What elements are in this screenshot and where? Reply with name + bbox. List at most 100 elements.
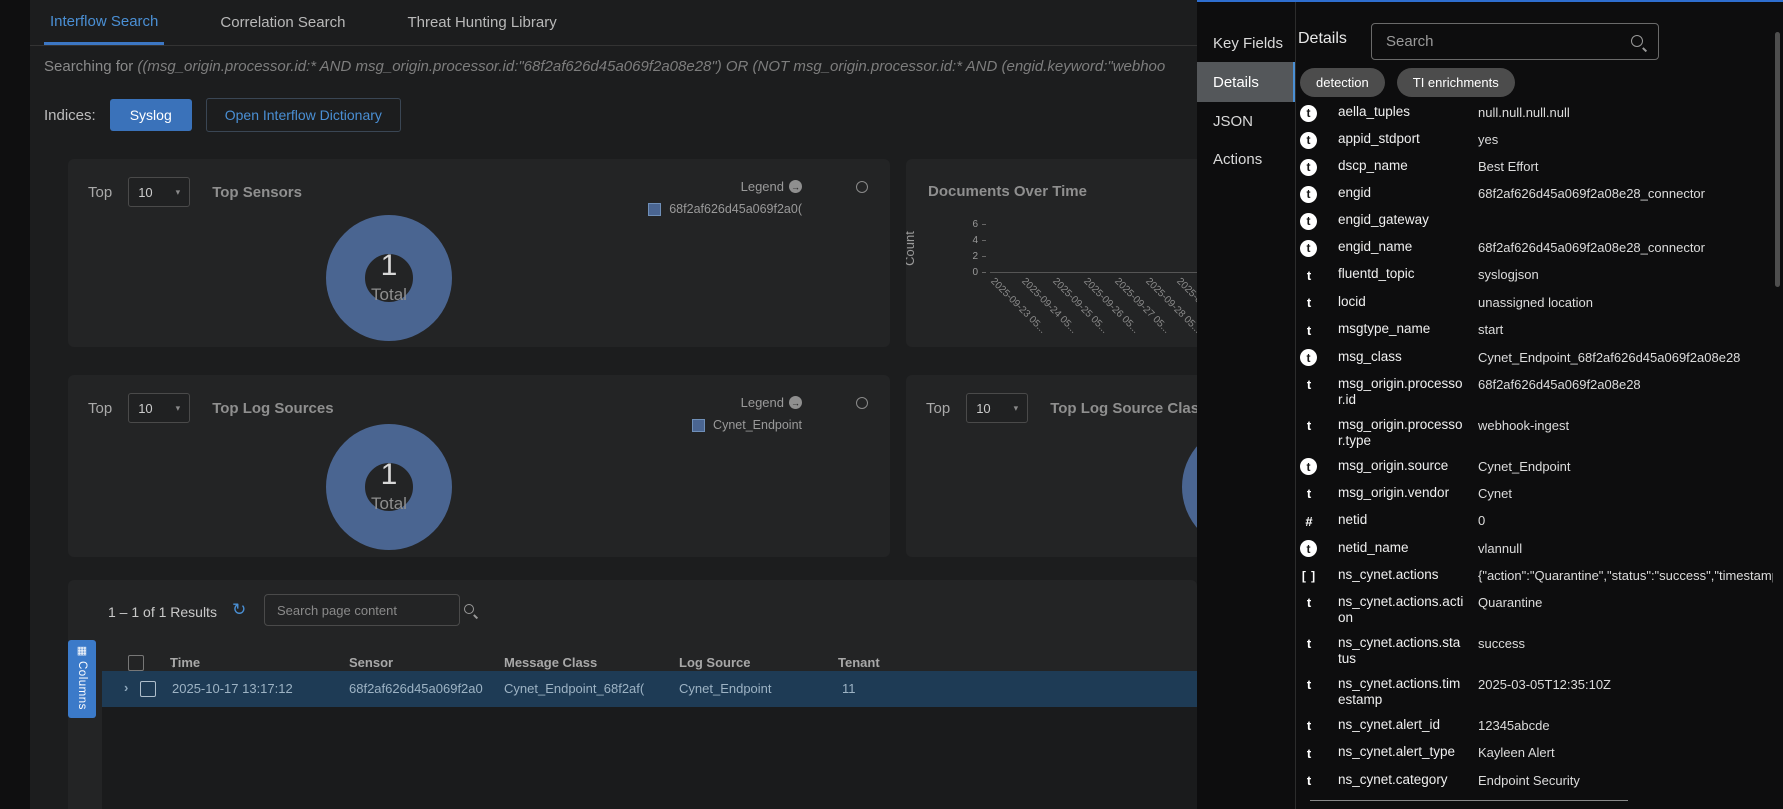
field-value: vlannull bbox=[1478, 540, 1773, 558]
chart-title: Documents Over Time bbox=[928, 183, 1087, 200]
field-type-icon: t bbox=[1300, 266, 1318, 284]
field-value: syslogjson bbox=[1478, 266, 1773, 285]
results-search-input[interactable] bbox=[275, 602, 455, 619]
refresh-icon[interactable]: ↻ bbox=[232, 600, 246, 620]
col-header-sensor[interactable]: Sensor bbox=[349, 655, 393, 670]
top-tab[interactable]: Threat Hunting Library bbox=[401, 0, 562, 45]
field-value: 68f2af626d45a069f2a08e28 bbox=[1478, 376, 1773, 408]
cell-log-source: Cynet_Endpoint bbox=[679, 681, 772, 696]
collapsed-sidebar[interactable] bbox=[0, 0, 30, 809]
field-key: engid bbox=[1338, 185, 1464, 203]
legend-toggle[interactable]: Legend → bbox=[692, 395, 802, 410]
open-interflow-dictionary-button[interactable]: Open Interflow Dictionary bbox=[206, 98, 401, 132]
panel-title: Top Sensors bbox=[212, 184, 302, 201]
donut-label: 1 Total bbox=[326, 460, 452, 514]
panel-circle-icon[interactable] bbox=[856, 397, 868, 409]
indices-label: Indices: bbox=[44, 107, 96, 124]
field-type-icon: t bbox=[1300, 772, 1318, 790]
field-row[interactable]: t aella_tuples null.null.null.null bbox=[1300, 104, 1773, 122]
field-value: start bbox=[1478, 321, 1773, 340]
top-label: Top bbox=[88, 400, 112, 417]
details-tab[interactable]: Details bbox=[1197, 62, 1295, 102]
field-key: msgtype_name bbox=[1338, 321, 1464, 340]
field-row[interactable]: t msgtype_name start bbox=[1300, 321, 1773, 340]
legend-item[interactable]: 68f2af626d45a069f2a0( bbox=[648, 202, 802, 216]
col-header-message-class[interactable]: Message Class bbox=[504, 655, 597, 670]
legend-swatch-icon bbox=[692, 419, 705, 432]
table-row[interactable]: › 2025-10-17 13:17:12 68f2af626d45a069f2… bbox=[102, 671, 1197, 707]
xtick: 2025-09-27 05... bbox=[1114, 276, 1145, 346]
legend-toggle[interactable]: Legend → bbox=[648, 179, 802, 194]
details-search bbox=[1371, 23, 1659, 60]
details-tab[interactable]: JSON bbox=[1197, 102, 1295, 140]
top-tab[interactable]: Correlation Search bbox=[214, 0, 351, 45]
top-tab[interactable]: Interflow Search bbox=[44, 0, 164, 45]
row-expand-icon[interactable]: › bbox=[124, 680, 128, 695]
filter-pill[interactable]: TI enrichments bbox=[1397, 68, 1515, 97]
legend-swatch-icon bbox=[648, 203, 661, 216]
scrollbar-thumb[interactable] bbox=[1775, 32, 1780, 287]
chevron-down-icon: ▾ bbox=[1014, 403, 1019, 414]
field-row[interactable]: t dscp_name Best Effort bbox=[1300, 158, 1773, 176]
top-n-select[interactable]: 10 ▾ bbox=[966, 393, 1028, 423]
field-row[interactable]: t msg_origin.processor.id 68f2af626d45a0… bbox=[1300, 376, 1773, 408]
index-syslog-button[interactable]: Syslog bbox=[110, 99, 192, 131]
field-value: 12345abcde bbox=[1478, 717, 1773, 736]
top-label: Top bbox=[926, 400, 950, 417]
top-n-value: 10 bbox=[976, 401, 990, 416]
field-type-icon: t bbox=[1300, 744, 1318, 762]
details-tab-label: Key Fields bbox=[1213, 35, 1283, 52]
panel-circle-icon[interactable] bbox=[856, 181, 868, 193]
field-row[interactable]: t fluentd_topic syslogjson bbox=[1300, 266, 1773, 285]
field-row[interactable]: # netid 0 bbox=[1300, 512, 1773, 531]
top-log-sources-panel: Top 10 ▾ Top Log Sources Legend → Cynet_… bbox=[68, 375, 890, 557]
search-summary-prefix: Searching for bbox=[44, 58, 137, 75]
details-tab[interactable]: Actions bbox=[1197, 140, 1295, 178]
field-row[interactable]: t locid unassigned location bbox=[1300, 294, 1773, 313]
field-row[interactable]: t msg_origin.vendor Cynet bbox=[1300, 485, 1773, 504]
field-row[interactable]: t ns_cynet.actions.timestamp 2025-03-05T… bbox=[1300, 676, 1773, 708]
field-row[interactable]: [ ] ns_cynet.actions {"action":"Quaranti… bbox=[1300, 567, 1773, 585]
donut-value: 1 bbox=[326, 460, 452, 490]
select-all-checkbox[interactable] bbox=[128, 655, 144, 671]
col-header-tenant[interactable]: Tenant bbox=[838, 655, 880, 670]
interflow-search-app: Interflow Search Correlation Search Thre… bbox=[0, 0, 1783, 809]
row-checkbox[interactable] bbox=[140, 681, 156, 697]
ytick: 2 bbox=[964, 249, 986, 263]
field-key: dscp_name bbox=[1338, 158, 1464, 176]
legend-item[interactable]: Cynet_Endpoint bbox=[692, 418, 802, 432]
details-title: Details bbox=[1298, 30, 1347, 48]
top-n-select[interactable]: 10 ▾ bbox=[128, 393, 190, 423]
details-tab[interactable]: Key Fields bbox=[1197, 24, 1295, 62]
table-empty-area bbox=[102, 707, 1197, 809]
top-n-select[interactable]: 10 ▾ bbox=[128, 177, 190, 207]
field-row[interactable]: t ns_cynet.category Endpoint Security bbox=[1300, 772, 1773, 791]
field-row[interactable]: t engid 68f2af626d45a069f2a08e28_connect… bbox=[1300, 185, 1773, 203]
field-value: Cynet bbox=[1478, 485, 1773, 504]
details-search-input[interactable] bbox=[1384, 32, 1622, 51]
field-row[interactable]: t msg_origin.source Cynet_Endpoint bbox=[1300, 458, 1773, 476]
field-row[interactable]: t engid_name 68f2af626d45a069f2a08e28_co… bbox=[1300, 239, 1773, 257]
field-row[interactable]: t ns_cynet.actions.status success bbox=[1300, 635, 1773, 667]
legend-item-label: Cynet_Endpoint bbox=[713, 418, 802, 432]
field-row[interactable]: t ns_cynet.alert_type Kayleen Alert bbox=[1300, 744, 1773, 763]
field-value: 68f2af626d45a069f2a08e28_connector bbox=[1478, 185, 1773, 203]
field-key: ns_cynet.actions.timestamp bbox=[1338, 676, 1464, 708]
field-key: fluentd_topic bbox=[1338, 266, 1464, 285]
field-value: unassigned location bbox=[1478, 294, 1773, 313]
field-row[interactable]: t engid_gateway bbox=[1300, 212, 1773, 230]
field-key: ns_cynet.actions.action bbox=[1338, 594, 1464, 626]
xtick: 2025-09-24 05... bbox=[1021, 276, 1052, 346]
columns-button[interactable]: ▦ Columns bbox=[68, 640, 96, 718]
field-row[interactable]: t ns_cynet.alert_id 12345abcde bbox=[1300, 717, 1773, 736]
filter-pill[interactable]: detection bbox=[1300, 68, 1385, 97]
field-key: msg_origin.processor.id bbox=[1338, 376, 1464, 408]
field-row[interactable]: t msg_origin.processor.type webhook-inge… bbox=[1300, 417, 1773, 449]
field-value: 2025-03-05T12:35:10Z bbox=[1478, 676, 1773, 708]
field-row[interactable]: t ns_cynet.actions.action Quarantine bbox=[1300, 594, 1773, 626]
field-row[interactable]: t appid_stdport yes bbox=[1300, 131, 1773, 149]
field-row[interactable]: t netid_name vlannull bbox=[1300, 540, 1773, 558]
col-header-log-source[interactable]: Log Source bbox=[679, 655, 751, 670]
field-row[interactable]: t msg_class Cynet_Endpoint_68f2af626d45a… bbox=[1300, 349, 1773, 367]
field-key: locid bbox=[1338, 294, 1464, 313]
